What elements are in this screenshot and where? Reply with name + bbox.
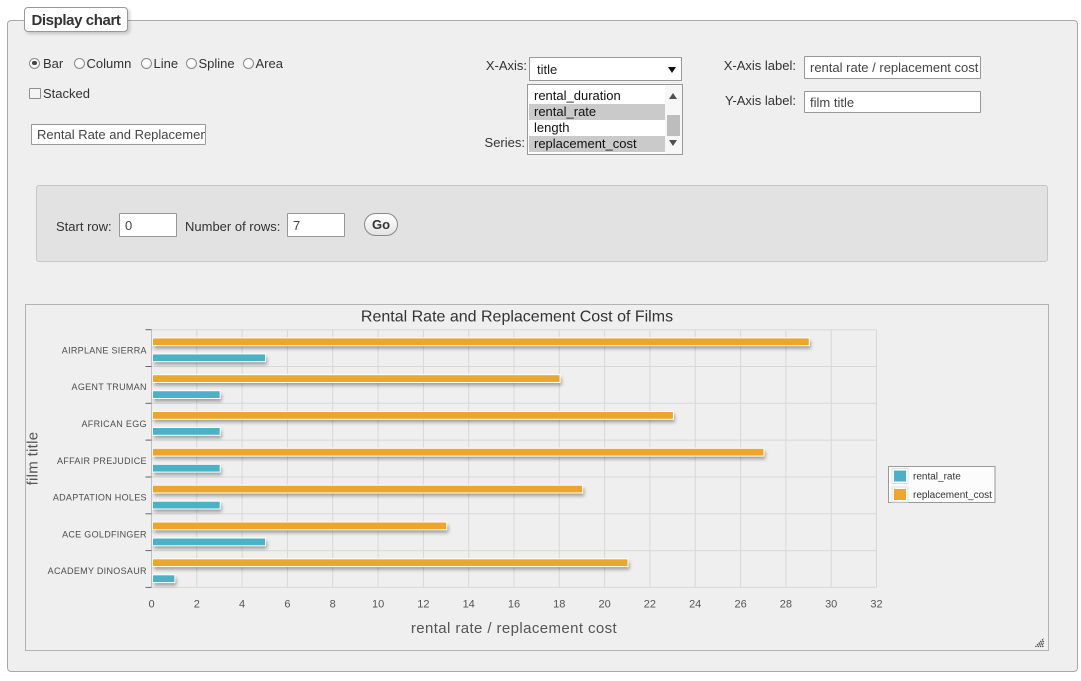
svg-text:26: 26: [734, 599, 746, 611]
svg-text:20: 20: [598, 599, 610, 611]
svg-text:ADAPTATION HOLES: ADAPTATION HOLES: [53, 493, 147, 503]
svg-text:rental rate / replacement cost: rental rate / replacement cost: [411, 620, 618, 637]
svg-text:6: 6: [284, 599, 290, 611]
svg-text:AGENT TRUMAN: AGENT TRUMAN: [72, 382, 147, 392]
svg-text:14: 14: [463, 599, 475, 611]
svg-text:28: 28: [780, 599, 792, 611]
svg-text:ACADEMY DINOSAUR: ACADEMY DINOSAUR: [48, 566, 147, 576]
svg-text:AFFAIR PREJUDICE: AFFAIR PREJUDICE: [57, 456, 147, 466]
svg-text:12: 12: [417, 599, 429, 611]
svg-text:AIRPLANE SIERRA: AIRPLANE SIERRA: [62, 345, 147, 355]
svg-text:ACE GOLDFINGER: ACE GOLDFINGER: [62, 529, 147, 539]
svg-text:32: 32: [870, 599, 882, 611]
svg-text:rental_rate: rental_rate: [913, 472, 961, 483]
svg-text:4: 4: [239, 599, 245, 611]
svg-text:16: 16: [508, 599, 520, 611]
svg-text:8: 8: [330, 599, 336, 611]
svg-text:film title: film title: [26, 432, 42, 486]
svg-text:22: 22: [644, 599, 656, 611]
svg-text:Rental Rate and Replacement Co: Rental Rate and Replacement Cost of Film…: [361, 309, 673, 326]
svg-text:10: 10: [372, 599, 384, 611]
svg-text:24: 24: [689, 599, 701, 611]
svg-text:30: 30: [825, 599, 837, 611]
svg-text:2: 2: [194, 599, 200, 611]
svg-text:0: 0: [148, 599, 154, 611]
svg-text:AFRICAN EGG: AFRICAN EGG: [81, 419, 146, 429]
svg-text:replacement_cost: replacement_cost: [913, 490, 992, 501]
svg-text:18: 18: [553, 599, 565, 611]
